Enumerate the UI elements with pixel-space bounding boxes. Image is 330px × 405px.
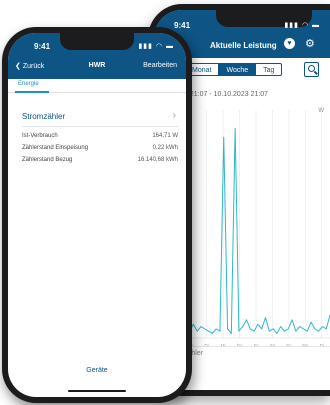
reading-value: 164,71 W — [152, 133, 178, 139]
range-date: 3 21:07 - 10.10.2023 21:07 — [184, 91, 269, 98]
front-status-icons: ▮▮▮ ◠ ▬ — [138, 43, 174, 50]
reading-row: Zählerstand Bezug 16.140,68 kWh — [22, 157, 178, 169]
tab-bar: Energie — [8, 79, 186, 93]
back-page-title: Aktuelle Leistung — [210, 41, 277, 50]
search-button[interactable] — [304, 62, 319, 77]
tab-energie[interactable]: Energie — [18, 81, 39, 87]
period-tabs: Monat Woche Tag — [184, 63, 283, 76]
heart-icon[interactable]: ♥ — [284, 38, 295, 49]
back-status-icons: ▮▮▮ ◠ ▬ — [284, 22, 320, 29]
reading-value: 16.140,68 kWh — [137, 157, 178, 163]
chevron-right-icon: › — [172, 110, 176, 121]
reading-label: Ist-Verbrauch — [22, 133, 58, 139]
front-status-time: 9:41 — [34, 42, 51, 51]
tab-tag[interactable]: Tag — [255, 64, 281, 75]
power-chart: MoDiMiDoFrSaSoMoDi — [182, 110, 330, 348]
readings-list: Ist-Verbrauch 164,71 W Zählerstand Einsp… — [22, 133, 178, 169]
front-notch — [60, 33, 134, 50]
devices-button[interactable]: Geräte — [8, 367, 186, 374]
front-screen: 9:41 ▮▮▮ ◠ ▬ ❮ Zurück HWR Bearbeiten Ene… — [8, 33, 186, 397]
tab-active-indicator — [15, 91, 49, 93]
reading-row: Ist-Verbrauch 164,71 W — [22, 133, 178, 145]
gear-icon[interactable]: ⚙ — [305, 37, 315, 50]
edit-button[interactable]: Bearbeiten — [143, 62, 177, 69]
front-phone: 9:41 ▮▮▮ ◠ ▬ ❮ Zurück HWR Bearbeiten Ene… — [2, 27, 192, 403]
front-header: 9:41 ▮▮▮ ◠ ▬ ❮ Zurück HWR Bearbeiten — [8, 33, 186, 79]
reading-label: Zählerstand Einspeisung — [22, 145, 89, 151]
reading-row: Zählerstand Einspeisung 0,22 kWh — [22, 145, 178, 157]
home-indicator — [68, 390, 126, 392]
reading-value: 0,22 kWh — [152, 145, 178, 151]
reading-label: Zählerstand Bezug — [22, 157, 73, 163]
meter-row[interactable]: Stromzähler › — [22, 110, 178, 127]
back-status-time: 9:41 — [174, 21, 191, 30]
tab-woche[interactable]: Woche — [218, 64, 256, 75]
search-icon-handle — [314, 70, 318, 75]
meter-label: Stromzähler — [22, 112, 66, 121]
